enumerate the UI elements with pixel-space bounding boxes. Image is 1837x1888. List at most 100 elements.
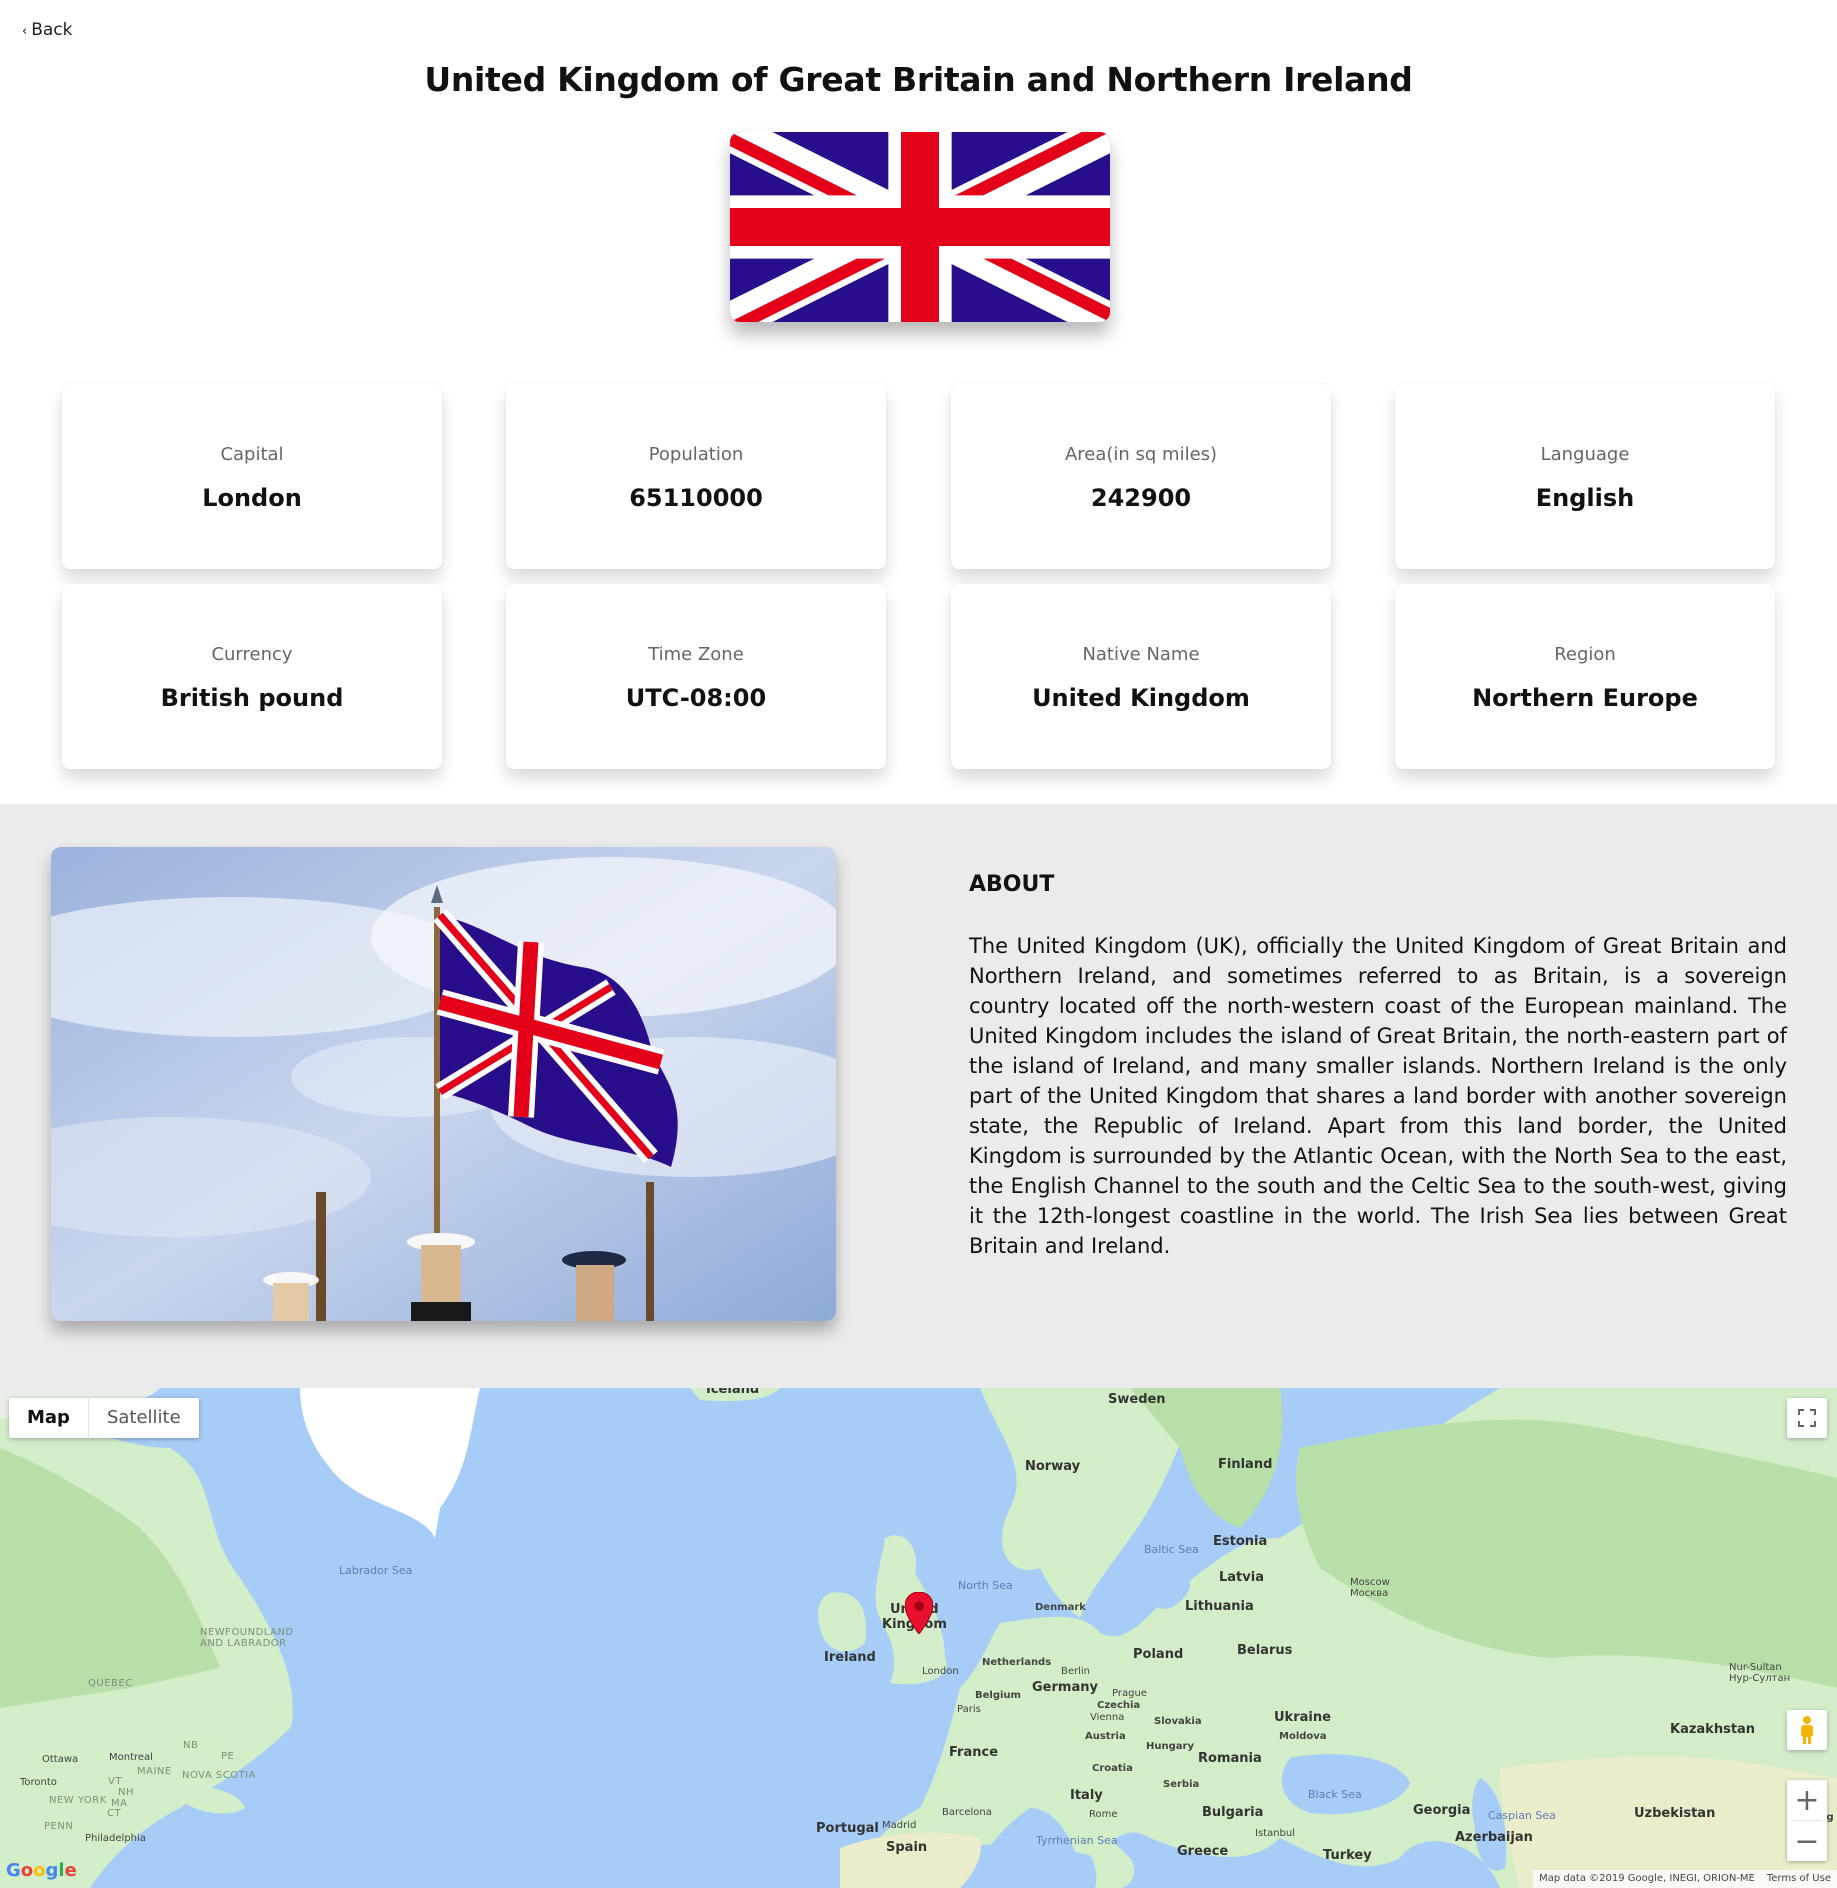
stat-value: London	[202, 484, 302, 512]
map-label-georgia: Georgia	[1413, 1803, 1471, 1818]
stat-card-population: Population 65110000	[506, 384, 886, 569]
map-label-ct: CT	[107, 1808, 122, 1819]
map-label-philadelphia: Philadelphia	[85, 1833, 146, 1844]
stat-value: United Kingdom	[1032, 684, 1250, 712]
map-label-caspian-sea: Caspian Sea	[1488, 1809, 1556, 1822]
map-label-nova-scotia: NOVA SCOTIA	[182, 1770, 256, 1781]
about-section: ABOUT The United Kingdom (UK), officiall…	[0, 804, 1837, 1388]
map-type-map-button[interactable]: Map	[9, 1398, 89, 1438]
map-label-ottawa: Ottawa	[42, 1754, 79, 1765]
zoom-in-button[interactable]: +	[1787, 1780, 1827, 1820]
map-label-italy: Italy	[1070, 1788, 1103, 1803]
country-flag	[730, 132, 1110, 322]
zoom-control: + −	[1787, 1780, 1827, 1861]
map-label-latvia: Latvia	[1219, 1570, 1264, 1585]
stat-card-area: Area(in sq miles) 242900	[951, 384, 1331, 569]
fullscreen-button[interactable]	[1787, 1398, 1827, 1438]
map-label-moscow: Moscow Москва	[1350, 1577, 1390, 1599]
map-type-control: Map Satellite	[9, 1398, 199, 1438]
map-label-portugal: Portugal	[816, 1821, 879, 1836]
map-label-norway: Norway	[1025, 1459, 1081, 1474]
map-label-montreal: Montreal	[109, 1752, 153, 1763]
stat-value: 65110000	[629, 484, 763, 512]
map-label-hungary: Hungary	[1146, 1741, 1194, 1752]
map-label-north-sea: North Sea	[958, 1579, 1013, 1592]
map-label-pe: PE	[221, 1751, 235, 1762]
map-label-romania: Romania	[1198, 1751, 1262, 1766]
page-title: United Kingdom of Great Britain and Nort…	[424, 60, 1413, 99]
map-label-slovakia: Slovakia	[1154, 1716, 1202, 1727]
zoom-out-button[interactable]: −	[1787, 1821, 1827, 1861]
terms-of-use-link[interactable]: Terms of Use	[1767, 1870, 1831, 1888]
map-label-nb: NB	[183, 1740, 199, 1751]
map-label-istanbul: Istanbul	[1255, 1828, 1296, 1839]
map-label-finland: Finland	[1218, 1457, 1273, 1472]
stat-label: Native Name	[1082, 644, 1200, 665]
back-link[interactable]: ‹ Back	[22, 20, 72, 40]
stat-value: British pound	[160, 684, 344, 712]
map-label-france: France	[949, 1745, 999, 1760]
map-label-ireland: Ireland	[824, 1650, 876, 1665]
map-label-belarus: Belarus	[1237, 1643, 1293, 1658]
stat-card-region: Region Northern Europe	[1395, 584, 1775, 769]
map-label-nh: NH	[118, 1787, 134, 1798]
map-label-bulgaria: Bulgaria	[1202, 1805, 1264, 1820]
map-label-moldova: Moldova	[1279, 1731, 1327, 1742]
map-label-london: London	[922, 1666, 959, 1677]
stat-label: Language	[1540, 444, 1630, 465]
map-label-nur-sultan: Nur-Sultan Нур-Султан	[1729, 1662, 1791, 1684]
stat-label: Capital	[220, 444, 284, 465]
map-attribution: Map data ©2019 Google, INEGI, ORION-ME	[1539, 1873, 1755, 1884]
map-label-penn: PENN	[44, 1821, 74, 1832]
stat-label: Population	[648, 444, 744, 465]
map-label-czechia: Czechia	[1097, 1700, 1141, 1711]
map-label-maine: MAINE	[137, 1766, 172, 1777]
map-label-tyrrhenian-sea: Tyrrhenian Sea	[1036, 1834, 1118, 1847]
map-label-vienna: Vienna	[1090, 1712, 1125, 1723]
map-label-labrador-sea: Labrador Sea	[339, 1564, 413, 1577]
map-label-greece: Greece	[1177, 1844, 1229, 1859]
map-label-uzbekistan: Uzbekistan	[1634, 1806, 1716, 1821]
stat-label: Area(in sq miles)	[1064, 444, 1218, 465]
chevron-left-icon: ‹	[22, 24, 28, 39]
map-label-belgium: Belgium	[975, 1690, 1021, 1701]
map-label-germany: Germany	[1032, 1680, 1098, 1695]
map-label-prague: Prague	[1112, 1688, 1147, 1699]
fullscreen-icon	[1798, 1409, 1816, 1427]
map-label-toronto: Toronto	[20, 1777, 57, 1788]
google-map[interactable]: Iceland Sweden Norway Finland Labrador S…	[0, 1388, 1837, 1888]
map-pin-icon[interactable]	[905, 1592, 933, 1634]
map-label-spain: Spain	[886, 1840, 928, 1855]
map-label-turkey: Turkey	[1323, 1848, 1372, 1863]
map-label-poland: Poland	[1133, 1647, 1184, 1662]
google-logo[interactable]: Google	[6, 1860, 77, 1881]
map-label-sweden: Sweden	[1108, 1392, 1166, 1407]
back-label: Back	[31, 20, 73, 40]
about-heading: ABOUT	[969, 872, 1055, 897]
map-attribution-bar: Map data ©2019 Google, INEGI, ORION-ME T…	[1533, 1870, 1837, 1888]
map-label-paris: Paris	[957, 1704, 981, 1715]
stat-card-language: Language English	[1395, 384, 1775, 569]
map-label-black-sea: Black Sea	[1308, 1788, 1362, 1801]
about-text: The United Kingdom (UK), officially the …	[969, 934, 1787, 1258]
map-label-baltic-sea: Baltic Sea	[1144, 1543, 1199, 1556]
map-label-lithuania: Lithuania	[1185, 1599, 1254, 1614]
pegman-icon	[1801, 1716, 1813, 1744]
about-photo-flag-ceremony	[51, 847, 836, 1321]
map-label-estonia: Estonia	[1213, 1534, 1268, 1549]
stat-card-currency: Currency British pound	[62, 584, 442, 769]
map-label-denmark: Denmark	[1035, 1602, 1086, 1613]
stat-card-time-zone: Time Zone UTC-08:00	[506, 584, 886, 769]
map-label-serbia: Serbia	[1163, 1779, 1200, 1790]
stat-label: Region	[1554, 644, 1616, 665]
map-label-kazakhstan: Kazakhstan	[1670, 1722, 1756, 1737]
stat-card-native-name: Native Name United Kingdom	[951, 584, 1331, 769]
stat-label: Time Zone	[648, 644, 744, 665]
street-view-button[interactable]	[1787, 1710, 1827, 1750]
map-label-berlin: Berlin	[1061, 1666, 1091, 1677]
map-type-satellite-button[interactable]: Satellite	[89, 1398, 199, 1438]
map-label-croatia: Croatia	[1092, 1763, 1133, 1774]
map-label-ukraine: Ukraine	[1274, 1710, 1331, 1725]
stat-value: English	[1535, 484, 1635, 512]
map-label-madrid: Madrid	[882, 1820, 917, 1831]
